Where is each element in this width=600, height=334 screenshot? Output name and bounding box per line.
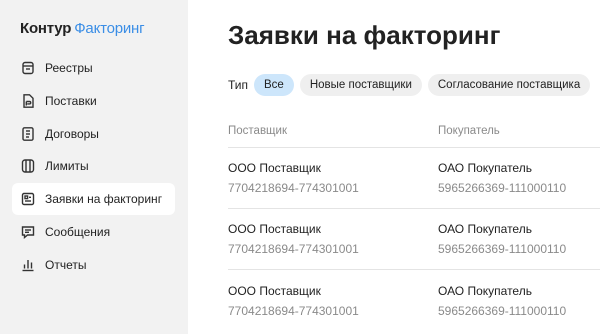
buyer-inn: 5965266369-111000110 [438, 181, 567, 195]
message-icon [19, 223, 37, 241]
logo-brand: Контур [20, 20, 72, 37]
buyer-cell: ОАО Покупатель 5965266369-111000110 [438, 284, 600, 318]
sidebar-item-label: Отчеты [45, 257, 87, 272]
sidebar-nav: Реестры Поставки Договоры Лимиты Заявки … [12, 52, 175, 282]
supplier-cell: ООО Поставщик 7704218694-774301001 [228, 284, 438, 318]
logo-product: Факторинг [74, 20, 145, 37]
sidebar-item-label: Сообщения [45, 224, 111, 239]
sidebar-item-limits[interactable]: Лимиты [12, 150, 175, 182]
supplier-cell: ООО Поставщик 7704218694-774301001 [228, 161, 438, 195]
buyer-name: ОАО Покупатель [438, 283, 532, 298]
filter-label: Тип [228, 78, 249, 92]
sidebar-item-label: Реестры [45, 61, 93, 75]
filter-chip-supplier-approval[interactable]: Согласование поставщика [427, 74, 591, 96]
app-logo[interactable]: Контур Факторинг [20, 20, 145, 37]
sidebar-item-deliveries[interactable]: Поставки [12, 85, 175, 117]
registry-icon [19, 59, 37, 77]
filter-chip-new-suppliers[interactable]: Новые поставщики [299, 74, 422, 96]
sidebar-item-label: Поставки [45, 93, 97, 108]
application-icon [19, 190, 37, 208]
supplier-inn: 7704218694-774301001 [228, 181, 359, 195]
table-row[interactable]: ООО Поставщик 7704218694-774301001 ОАО П… [228, 209, 600, 270]
contract-icon [19, 125, 37, 143]
requests-table: Поставщик Покупатель ООО Поставщик 77042… [228, 114, 600, 331]
buyer-name: ОАО Покупатель [438, 161, 532, 175]
document-icon [19, 92, 37, 110]
table-row[interactable]: ООО Поставщик 7704218694-774301001 ОАО П… [228, 270, 600, 331]
supplier-name: ООО Поставщик [228, 283, 321, 298]
buyer-name: ОАО Покупатель [438, 222, 532, 236]
main-content: Заявки на факторинг Тип Все Новые постав… [188, 0, 600, 334]
table-header: Поставщик Покупатель [228, 114, 600, 148]
supplier-inn: 7704218694-774301001 [228, 303, 359, 318]
supplier-inn: 7704218694-774301001 [228, 242, 359, 256]
sidebar-item-contracts[interactable]: Договоры [12, 118, 175, 150]
sidebar-item-label: Лимиты [45, 159, 89, 174]
buyer-cell: ОАО Покупатель 5965266369-111000110 [438, 161, 600, 195]
sidebar-item-messages[interactable]: Сообщения [12, 216, 175, 248]
column-header-supplier: Поставщик [228, 124, 287, 137]
buyer-cell: ОАО Покупатель 5965266369-111000110 [438, 222, 600, 256]
sidebar: Контур Факторинг Реестры Поставки Договор… [0, 0, 188, 334]
sidebar-item-factoring-requests[interactable]: Заявки на факторинг [12, 183, 175, 216]
filter-chip-all[interactable]: Все [254, 74, 294, 96]
limits-icon [19, 157, 37, 175]
column-header-buyer: Покупатель [438, 124, 500, 137]
type-filter: Тип Все Новые поставщики Согласование по… [228, 74, 596, 96]
sidebar-item-registries[interactable]: Реестры [12, 52, 175, 84]
sidebar-item-reports[interactable]: Отчеты [12, 249, 175, 281]
supplier-cell: ООО Поставщик 7704218694-774301001 [228, 222, 438, 256]
sidebar-item-label: Договоры [45, 126, 99, 141]
table-row[interactable]: ООО Поставщик 7704218694-774301001 ОАО П… [228, 148, 600, 209]
supplier-name: ООО Поставщик [228, 161, 321, 175]
buyer-inn: 5965266369-111000110 [438, 303, 567, 318]
reports-icon [19, 256, 37, 274]
supplier-name: ООО Поставщик [228, 222, 321, 236]
buyer-inn: 5965266369-111000110 [438, 242, 567, 256]
page-title: Заявки на факторинг [228, 20, 501, 50]
sidebar-item-label: Заявки на факторинг [45, 192, 163, 207]
